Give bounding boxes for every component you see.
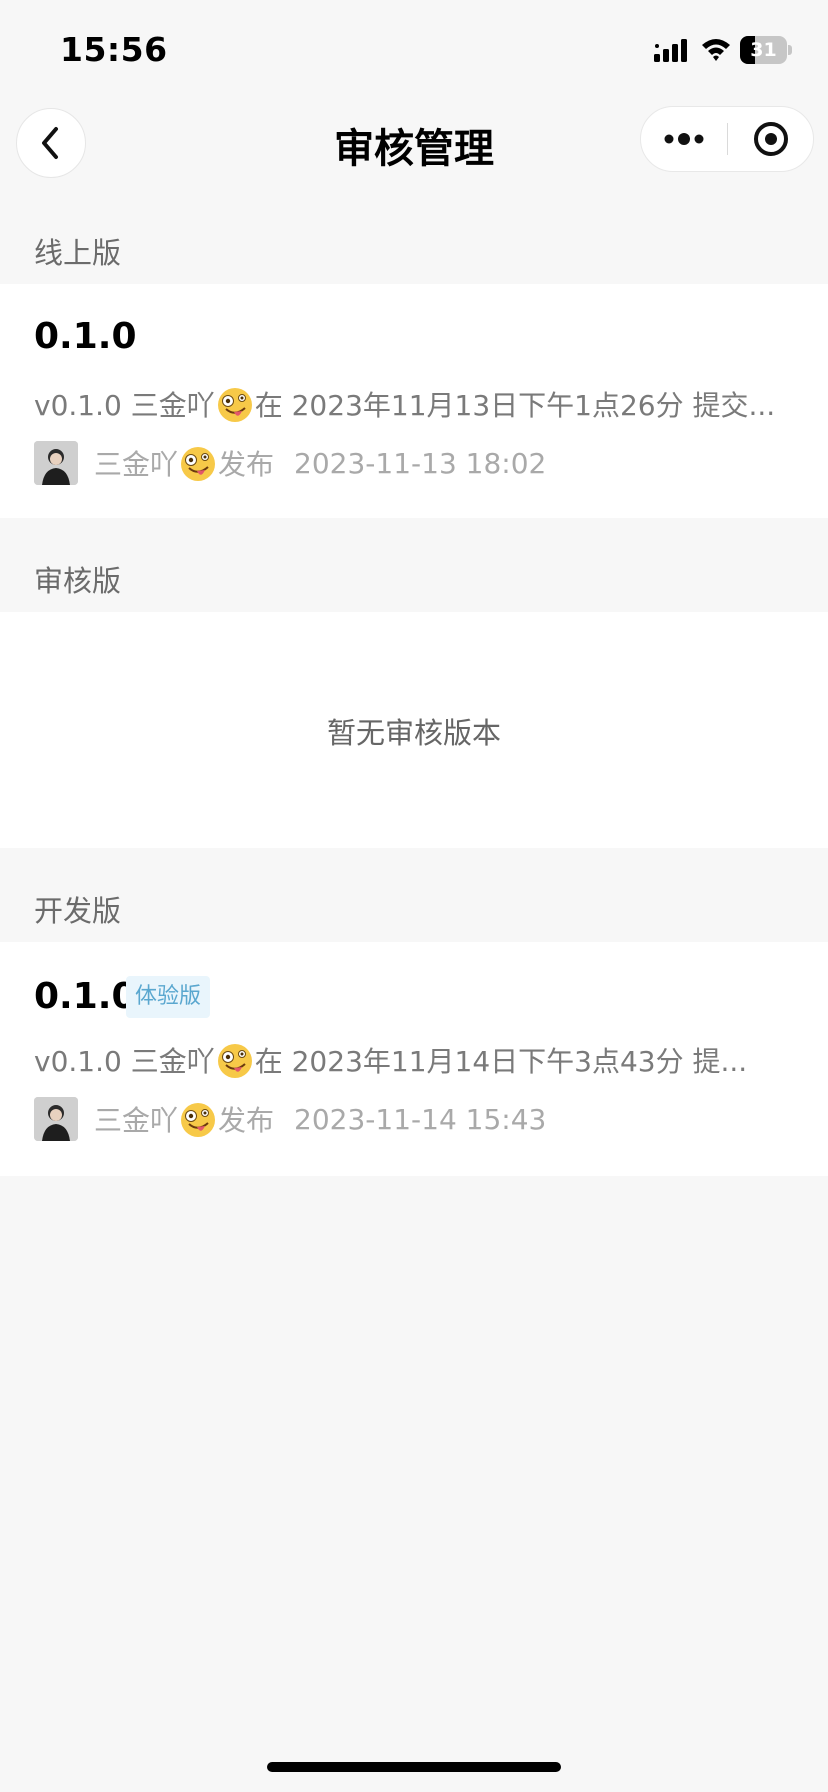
desc-suffix: 在 2023年11月14日下午3点43分 提... <box>254 1045 748 1078</box>
version-description: v0.1.0 三金吖 在 2023年11月13日下午1点26分 提交... <box>34 384 794 424</box>
wifi-icon <box>702 39 730 61</box>
publish-word: 发布 <box>218 448 275 481</box>
version-title: 0.1.0 <box>34 976 137 1017</box>
version-description: v0.1.0 三金吖 在 2023年11月14日下午3点43分 提... <box>34 1040 794 1080</box>
version-title: 0.1.0 <box>34 316 137 357</box>
battery-cap <box>788 45 792 55</box>
desc-prefix: v0.1.0 三金吖 <box>34 389 215 422</box>
empty-review-text: 暂无审核版本 <box>326 716 501 750</box>
battery-icon: 31 <box>740 36 792 64</box>
experience-badge: 体验版 <box>126 976 210 1018</box>
publisher-name: 三金吖 <box>94 448 179 481</box>
avatar <box>34 441 78 485</box>
target-circle-icon <box>754 122 788 156</box>
publish-meta: 三金吖 发布 2023-11-14 15:43 <box>34 1097 546 1141</box>
more-dots-icon <box>664 133 704 145</box>
zany-face-emoji <box>180 1102 216 1138</box>
section-header-dev: 开发版 <box>34 894 122 928</box>
more-button[interactable] <box>641 107 727 171</box>
status-bar: 15:56 31 <box>0 0 828 96</box>
publisher-name: 三金吖 <box>94 1104 179 1137</box>
battery-level-text: 31 <box>750 39 777 61</box>
zany-face-emoji <box>217 1043 253 1079</box>
publisher: 三金吖 发布 <box>94 443 274 483</box>
dev-version-card[interactable]: 0.1.0 体验版 v0.1.0 三金吖 在 2023年11月14日下午3点43分… <box>0 942 828 1176</box>
close-miniprogram-button[interactable] <box>728 107 814 171</box>
publish-meta: 三金吖 发布 2023-11-13 18:02 <box>34 441 546 485</box>
desc-suffix: 在 2023年11月13日下午1点26分 提交... <box>254 389 776 422</box>
app-screen: 15:56 31 审核管理 线上版 0.1.0 v0.1.0 三金吖 在 202… <box>0 0 828 1792</box>
review-version-card: 暂无审核版本 <box>0 612 828 848</box>
home-indicator <box>267 1762 561 1772</box>
battery-body: 31 <box>740 36 787 64</box>
zany-face-emoji <box>180 446 216 482</box>
online-version-card[interactable]: 0.1.0 v0.1.0 三金吖 在 2023年11月13日下午1点26分 提交.… <box>0 284 828 518</box>
publish-time: 2023-11-14 15:43 <box>294 1102 547 1136</box>
desc-prefix: v0.1.0 三金吖 <box>34 1045 215 1078</box>
avatar <box>34 1097 78 1141</box>
zany-face-emoji <box>217 387 253 423</box>
status-time: 15:56 <box>60 30 168 69</box>
section-header-review: 审核版 <box>34 564 122 598</box>
signal-icon <box>654 39 687 62</box>
section-header-online: 线上版 <box>34 236 122 270</box>
publisher: 三金吖 发布 <box>94 1099 274 1139</box>
publish-word: 发布 <box>218 1104 275 1137</box>
menu-capsule <box>640 106 814 172</box>
publish-time: 2023-11-13 18:02 <box>294 446 547 480</box>
